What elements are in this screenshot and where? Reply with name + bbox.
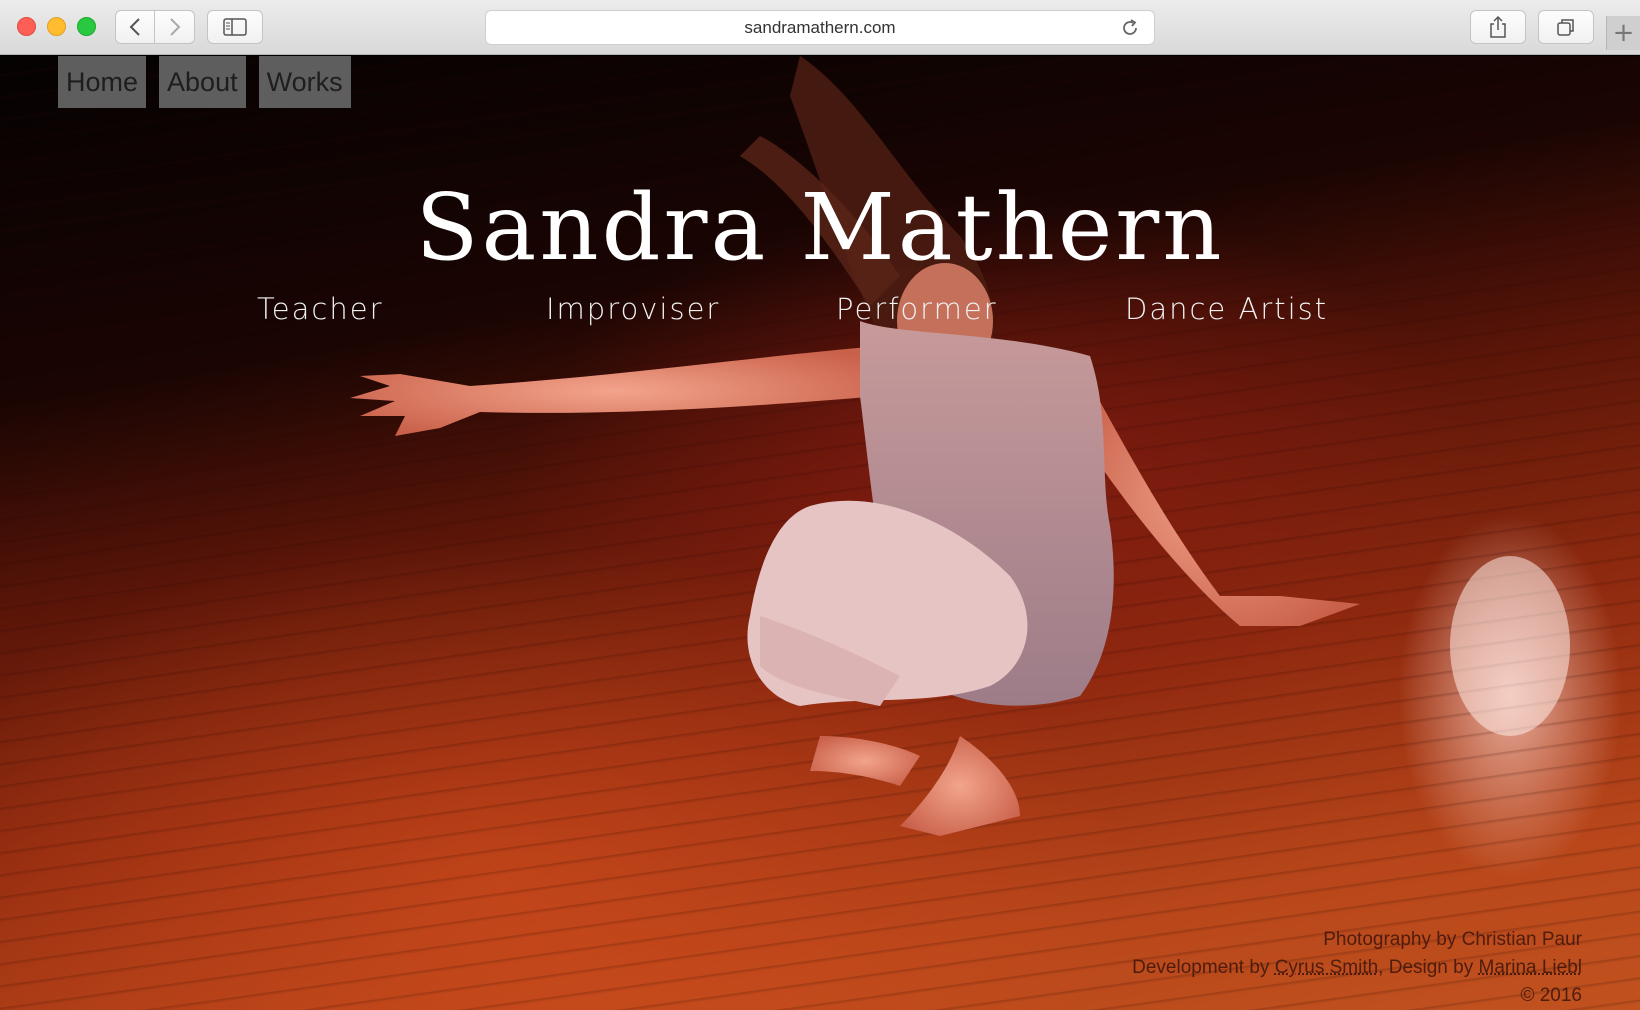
dev-prefix: Development by (1132, 957, 1275, 978)
site-title: Sandra Mathern (415, 174, 1225, 281)
main-nav: Home About Works (58, 56, 351, 108)
role-improviser: Improviser (546, 292, 721, 326)
plus-icon: + (1612, 18, 1635, 48)
design-prefix: , Design by (1378, 957, 1479, 978)
tabs-overview-icon (1557, 19, 1574, 36)
nav-about[interactable]: About (159, 56, 246, 108)
tabs-overview-button[interactable] (1538, 10, 1594, 44)
nav-home[interactable]: Home (58, 56, 147, 108)
browser-toolbar: sandramathern.com + (0, 0, 1640, 55)
footer-credits: Photography by Christian Paur Developmen… (1132, 926, 1582, 1010)
share-icon (1490, 15, 1506, 38)
roles-list: Teacher Improviser Performer Dance Artis… (0, 292, 1640, 342)
url-text: sandramathern.com (744, 17, 896, 37)
designer-link[interactable]: Marina Liebl (1479, 957, 1583, 978)
role-performer: Performer (836, 292, 998, 326)
back-button[interactable] (115, 10, 155, 44)
dev-design-credit: Development by Cyrus Smith, Design by Ma… (1132, 954, 1582, 982)
zoom-window-button[interactable] (77, 17, 96, 36)
hero-section: Home About Works Sandra Mathern Teacher … (0, 56, 1640, 1010)
role-teacher: Teacher (257, 292, 384, 326)
close-window-button[interactable] (17, 17, 36, 36)
address-bar[interactable]: sandramathern.com (485, 10, 1155, 45)
chevron-right-icon (169, 18, 180, 36)
chevron-left-icon (129, 18, 140, 36)
developer-link[interactable]: Cyrus Smith (1275, 957, 1378, 978)
nav-works[interactable]: Works (258, 56, 351, 108)
minimize-window-button[interactable] (47, 17, 66, 36)
forward-button[interactable] (155, 10, 195, 44)
share-button[interactable] (1470, 10, 1526, 44)
sidebar-toggle-button[interactable] (207, 10, 263, 44)
photo-credit: Photography by Christian Paur (1323, 929, 1582, 950)
sidebar-icon (223, 18, 247, 36)
role-dance-artist: Dance Artist (1125, 292, 1329, 326)
copyright: © 2016 (1520, 985, 1582, 1006)
reload-icon[interactable] (1120, 18, 1140, 38)
new-tab-button[interactable]: + (1606, 16, 1640, 50)
